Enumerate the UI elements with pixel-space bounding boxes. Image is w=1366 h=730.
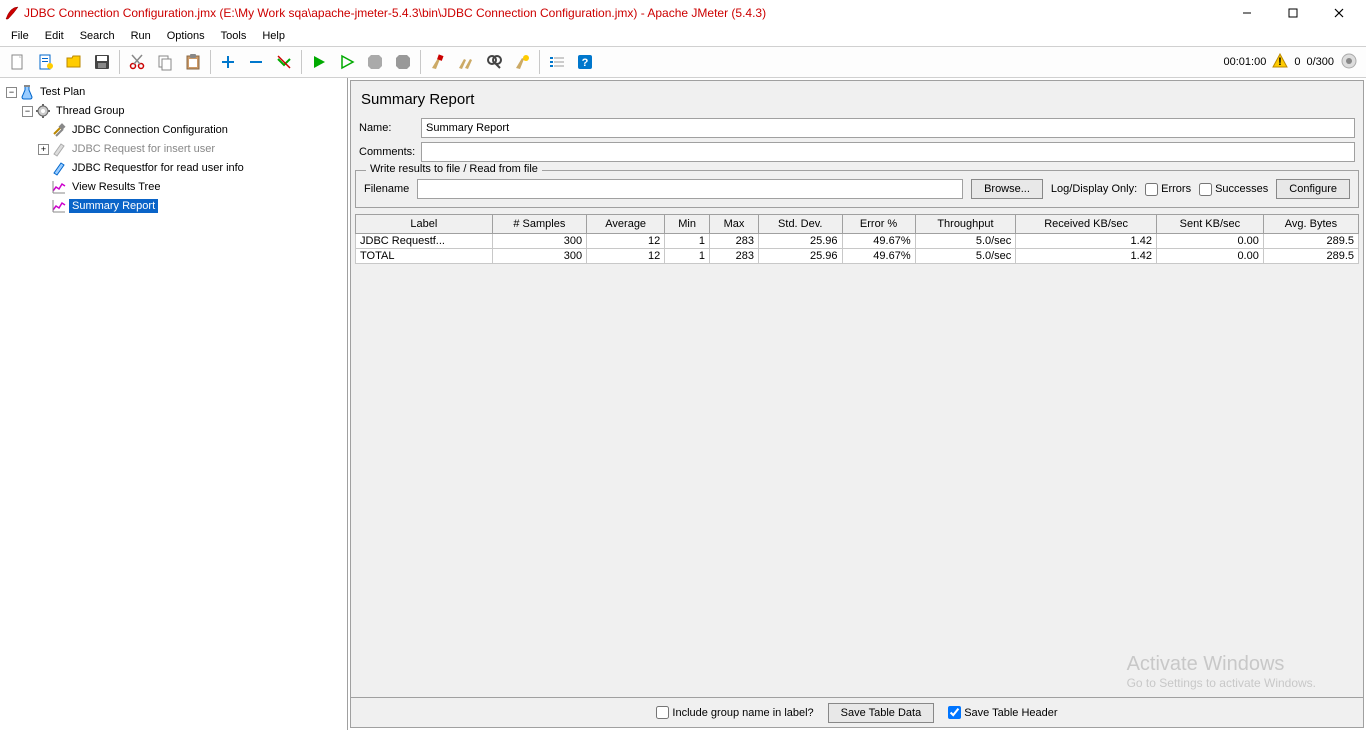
save-icon[interactable] <box>89 49 115 75</box>
log-display-label: Log/Display Only: <box>1051 183 1137 195</box>
start-icon[interactable] <box>306 49 332 75</box>
col-samples[interactable]: # Samples <box>492 215 586 234</box>
tree-thread-group[interactable]: − Thread Group <box>20 102 345 120</box>
collapse-icon[interactable]: − <box>22 106 33 117</box>
col-received[interactable]: Received KB/sec <box>1016 215 1157 234</box>
sampler-icon <box>51 160 67 176</box>
tree-view-results[interactable]: View Results Tree <box>36 178 345 196</box>
browse-button[interactable]: Browse... <box>971 179 1043 199</box>
name-input[interactable] <box>421 118 1355 138</box>
filename-input[interactable] <box>417 179 963 199</box>
col-label[interactable]: Label <box>356 215 493 234</box>
help-icon[interactable]: ? <box>572 49 598 75</box>
listener-icon <box>51 179 67 195</box>
tree-jdbc-insert[interactable]: +JDBC Request for insert user <box>36 140 345 158</box>
window-title: JDBC Connection Configuration.jmx (E:\My… <box>24 6 1224 20</box>
minimize-button[interactable] <box>1224 0 1270 26</box>
open-icon[interactable] <box>61 49 87 75</box>
toggle-icon[interactable] <box>271 49 297 75</box>
svg-text:?: ? <box>582 57 589 69</box>
file-groupbox: Write results to file / Read from file F… <box>355 170 1359 208</box>
shutdown-icon[interactable] <box>390 49 416 75</box>
col-min[interactable]: Min <box>665 215 710 234</box>
expand-icon[interactable] <box>215 49 241 75</box>
config-icon <box>51 122 67 138</box>
copy-icon[interactable] <box>152 49 178 75</box>
configure-button[interactable]: Configure <box>1276 179 1350 199</box>
thread-group-icon <box>35 103 51 119</box>
filename-label: Filename <box>364 183 409 195</box>
panel-title: Summary Report <box>351 81 1363 116</box>
clear-all-icon[interactable] <box>453 49 479 75</box>
tree-test-plan[interactable]: − Test Plan <box>4 83 345 101</box>
table-row[interactable]: TOTAL30012128325.9649.67%5.0/sec1.420.00… <box>356 249 1359 264</box>
sampler-icon <box>51 141 67 157</box>
reset-search-icon[interactable] <box>509 49 535 75</box>
tree-summary-report[interactable]: Summary Report <box>36 197 345 215</box>
menubar: File Edit Search Run Options Tools Help <box>0 26 1366 46</box>
tree-pane[interactable]: − Test Plan − Thread Group JDB <box>0 78 348 730</box>
menu-edit[interactable]: Edit <box>38 28 71 44</box>
comments-input[interactable] <box>421 142 1355 162</box>
col-sent[interactable]: Sent KB/sec <box>1156 215 1263 234</box>
col-throughput[interactable]: Throughput <box>915 215 1016 234</box>
close-button[interactable] <box>1316 0 1362 26</box>
results-table: Label # Samples Average Min Max Std. Dev… <box>355 214 1359 264</box>
maximize-button[interactable] <box>1270 0 1316 26</box>
cut-icon[interactable] <box>124 49 150 75</box>
tree-jdbc-connection[interactable]: JDBC Connection Configuration <box>36 121 345 139</box>
paste-icon[interactable] <box>180 49 206 75</box>
col-max[interactable]: Max <box>709 215 758 234</box>
col-average[interactable]: Average <box>587 215 665 234</box>
template-icon[interactable] <box>33 49 59 75</box>
include-group-checkbox[interactable]: Include group name in label? <box>656 706 813 719</box>
menu-options[interactable]: Options <box>160 28 212 44</box>
table-row[interactable]: JDBC Requestf...30012128325.9649.67%5.0/… <box>356 234 1359 249</box>
menu-help[interactable]: Help <box>255 28 292 44</box>
listener-icon <box>51 198 67 214</box>
results-table-wrap[interactable]: Label # Samples Average Min Max Std. Dev… <box>355 214 1359 697</box>
warning-count: 0 <box>1294 56 1300 68</box>
search-icon[interactable] <box>481 49 507 75</box>
col-bytes[interactable]: Avg. Bytes <box>1263 215 1358 234</box>
col-error[interactable]: Error % <box>842 215 915 234</box>
jmeter-feather-icon <box>4 5 20 21</box>
col-stddev[interactable]: Std. Dev. <box>759 215 842 234</box>
start-no-pause-icon[interactable] <box>334 49 360 75</box>
elapsed-time: 00:01:00 <box>1224 56 1267 68</box>
svg-text:!: ! <box>1279 56 1283 68</box>
collapse-icon[interactable] <box>243 49 269 75</box>
toolbar: ? 00:01:00 ! 0 0/300 <box>0 46 1366 78</box>
errors-checkbox[interactable]: Errors <box>1145 183 1191 196</box>
bottom-bar: Include group name in label? Save Table … <box>351 697 1363 727</box>
name-label: Name: <box>359 122 415 134</box>
menu-tools[interactable]: Tools <box>214 28 254 44</box>
clear-icon[interactable] <box>425 49 451 75</box>
thread-count: 0/300 <box>1306 56 1334 68</box>
stop-icon[interactable] <box>362 49 388 75</box>
save-header-checkbox[interactable]: Save Table Header <box>948 706 1057 719</box>
menu-search[interactable]: Search <box>73 28 122 44</box>
content-pane: Summary Report Name: Comments: Write res… <box>350 80 1364 728</box>
groupbox-legend: Write results to file / Read from file <box>366 163 542 175</box>
successes-checkbox[interactable]: Successes <box>1199 183 1268 196</box>
tree-jdbc-read[interactable]: JDBC Requestfor for read user info <box>36 159 345 177</box>
function-helper-icon[interactable] <box>544 49 570 75</box>
expand-icon[interactable]: + <box>38 144 49 155</box>
test-plan-icon <box>19 84 35 100</box>
titlebar: JDBC Connection Configuration.jmx (E:\My… <box>0 0 1366 26</box>
warning-icon[interactable]: ! <box>1272 53 1288 72</box>
running-indicator-icon <box>1340 52 1358 73</box>
menu-run[interactable]: Run <box>124 28 158 44</box>
window-controls <box>1224 0 1362 26</box>
collapse-icon[interactable]: − <box>6 87 17 98</box>
comments-label: Comments: <box>359 146 415 158</box>
new-icon[interactable] <box>5 49 31 75</box>
status-area: 00:01:00 ! 0 0/300 <box>1224 52 1362 73</box>
menu-file[interactable]: File <box>4 28 36 44</box>
save-table-button[interactable]: Save Table Data <box>828 703 935 723</box>
